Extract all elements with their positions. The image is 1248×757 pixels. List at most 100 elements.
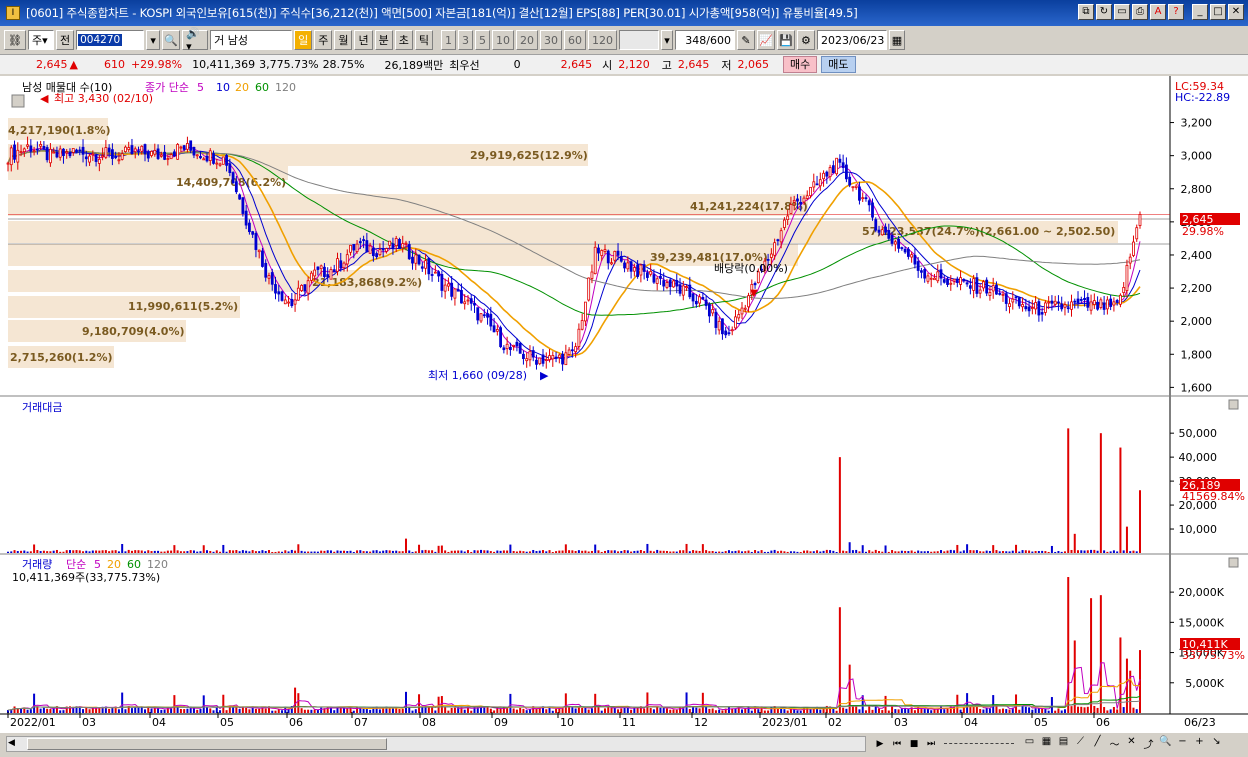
indicator-icon[interactable]: 📈 — [756, 30, 775, 50]
code-dropdown-icon[interactable]: ▾ — [146, 30, 161, 50]
candle-body — [1066, 307, 1070, 310]
chart-svg[interactable]: 4,217,190(1.8%) 14,409,708(6.2%) 29,919,62… — [0, 76, 1248, 733]
volume-panel-close-icon[interactable] — [1228, 557, 1239, 568]
buy-button[interactable]: 매수 — [783, 56, 818, 73]
candle-body — [809, 186, 812, 197]
chart-area[interactable]: 4,217,190(1.8%) 14,409,708(6.2%) 29,919,62… — [0, 76, 1248, 733]
save-icon[interactable]: 💾 — [776, 30, 795, 50]
interval-20[interactable]: 20 — [515, 30, 538, 50]
vma-label: 단순 — [66, 558, 86, 571]
minimize-button[interactable]: _ — [1192, 4, 1208, 20]
count-field[interactable]: 348/600 — [674, 30, 735, 50]
candle-body — [590, 271, 594, 279]
candle-body — [557, 354, 561, 358]
market-select[interactable]: 주 ▾ — [27, 30, 54, 50]
amount-bar — [1086, 550, 1089, 553]
horizontal-scrollbar[interactable]: ◀ — [6, 736, 866, 752]
volume-bar — [708, 708, 711, 713]
candle-body — [505, 343, 509, 350]
play-icon[interactable]: ▶ — [872, 736, 888, 752]
interval-1[interactable]: 1 — [440, 30, 456, 50]
candle-body — [910, 254, 914, 258]
amount-tick-label: 50,000 — [1179, 427, 1218, 440]
stock-name-field[interactable]: 거 남성 — [210, 30, 293, 50]
close-button[interactable]: ✕ — [1228, 4, 1244, 20]
date-field[interactable]: 2023/06/23 — [816, 30, 887, 50]
period-minute[interactable]: 분 — [374, 30, 393, 50]
box-tool-icon[interactable]: ▭ — [1022, 736, 1037, 751]
settings-icon[interactable]: ⚙ — [796, 30, 815, 50]
plus-icon[interactable]: + — [1192, 736, 1207, 751]
scroll-left-icon[interactable]: ◀ — [8, 738, 15, 748]
stop-icon[interactable]: ■ — [906, 736, 922, 752]
layout-tool-icon[interactable]: ▤ — [1056, 736, 1071, 751]
interval-input[interactable] — [618, 30, 659, 50]
amount-bar — [985, 550, 988, 553]
amount-bar — [274, 551, 277, 553]
amount-bar — [731, 551, 734, 553]
grid-tool-icon[interactable]: ▦ — [1039, 736, 1054, 751]
period-tick[interactable]: 틱 — [414, 30, 433, 50]
refresh-icon[interactable]: ↻ — [1096, 4, 1112, 20]
interval-5[interactable]: 5 — [474, 30, 490, 50]
interval-3[interactable]: 3 — [457, 30, 473, 50]
wave-tool-icon[interactable]: 〜 — [1107, 736, 1122, 751]
period-month[interactable]: 월 — [334, 30, 353, 50]
linked-screen-icon[interactable]: ⛓ — [4, 30, 26, 50]
volume-tick-label: 20,000K — [1178, 586, 1224, 599]
volume-bar — [855, 706, 858, 713]
amount-panel-close-icon[interactable] — [1228, 399, 1239, 410]
reset-icon[interactable]: ↘ — [1209, 736, 1224, 751]
link-icon[interactable]: ⧉ — [1078, 4, 1094, 20]
amount-bar — [542, 550, 545, 553]
stock-code-input[interactable]: 004270 — [76, 30, 145, 50]
zoom-slider[interactable] — [944, 743, 1014, 745]
window-icon[interactable]: ▭ — [1114, 4, 1130, 20]
candle-body — [469, 298, 473, 304]
interval-10[interactable]: 10 — [491, 30, 514, 50]
volume-bar — [1021, 706, 1024, 713]
search-icon[interactable]: 🔍 — [162, 30, 181, 50]
prev-button[interactable]: 전 — [55, 30, 75, 50]
sell-button[interactable]: 매도 — [821, 56, 856, 73]
rewind-icon[interactable]: ⏮ — [889, 736, 905, 752]
scroll-thumb[interactable] — [27, 738, 387, 750]
calendar-icon[interactable]: ▦ — [888, 30, 905, 50]
draw-tool-icon[interactable]: ✎ — [736, 30, 755, 50]
zoom-out-icon[interactable]: 🔍 — [1158, 736, 1173, 751]
volume-bar — [819, 709, 822, 713]
volume-bar — [564, 693, 567, 713]
fast-forward-icon[interactable]: ⏭ — [923, 736, 939, 752]
candle-body — [998, 292, 1002, 295]
candle-body — [988, 292, 992, 296]
volume-bar — [140, 707, 143, 713]
candle-body — [58, 148, 62, 158]
candle-body — [127, 147, 131, 150]
best-value: 0 — [513, 58, 521, 71]
interval-30[interactable]: 30 — [539, 30, 562, 50]
period-week[interactable]: 주 — [314, 30, 333, 50]
print-icon[interactable]: ⎙ — [1132, 4, 1148, 20]
interval-60[interactable]: 60 — [563, 30, 586, 50]
period-year[interactable]: 년 — [354, 30, 373, 50]
trend-tool-icon[interactable]: ⟋ — [1073, 736, 1088, 751]
help-icon[interactable]: ? — [1168, 4, 1184, 20]
line-tool-icon[interactable]: ╱ — [1090, 736, 1105, 751]
font-icon[interactable]: A — [1150, 4, 1166, 20]
amount-bar — [310, 551, 313, 553]
amount-bar — [271, 551, 274, 553]
export-icon[interactable]: ⤴ — [1141, 736, 1156, 751]
candle-body — [1021, 304, 1024, 308]
maximize-button[interactable]: □ — [1210, 4, 1226, 20]
volume-bar — [117, 709, 120, 713]
period-day[interactable]: 일 — [294, 30, 313, 50]
amount-bar — [114, 550, 117, 553]
candle-body — [352, 243, 356, 251]
interval-120[interactable]: 120 — [587, 30, 617, 50]
cross-tool-icon[interactable]: ✕ — [1124, 736, 1139, 751]
sound-icon[interactable]: 🔊▾ — [182, 27, 209, 53]
interval-dropdown-icon[interactable]: ▾ — [660, 30, 673, 50]
period-second[interactable]: 초 — [394, 30, 413, 50]
grid-toggle-icon[interactable] — [11, 94, 25, 108]
minus-icon[interactable]: − — [1175, 736, 1190, 751]
